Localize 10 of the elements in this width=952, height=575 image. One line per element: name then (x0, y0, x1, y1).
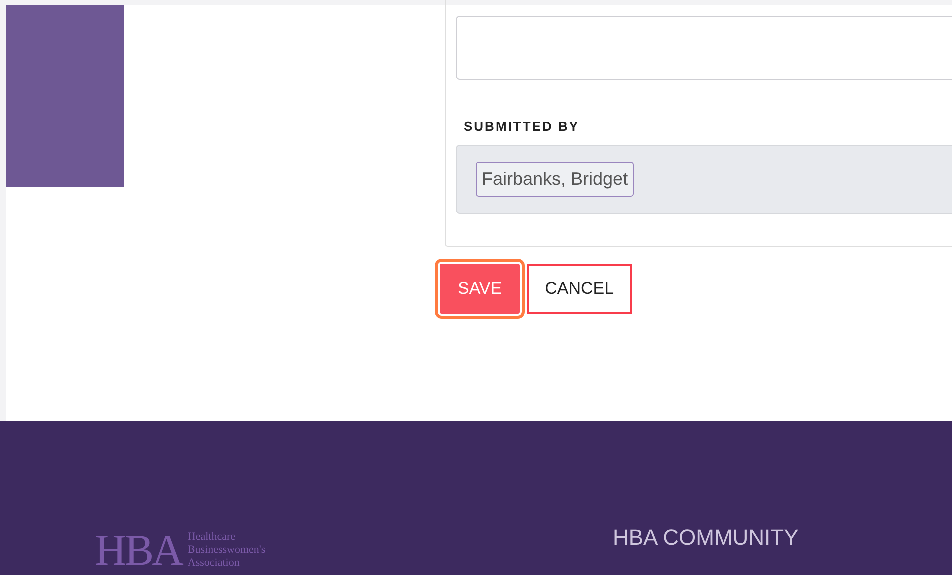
footer-heading: HBA COMMUNITY (613, 524, 799, 552)
logo-text: Businesswomen's (188, 544, 266, 557)
logo-text: Association (188, 557, 241, 570)
logo-text: Healthcare (188, 531, 237, 544)
logo-mark: HBA (95, 531, 182, 571)
submitted-by-field[interactable]: Fairbanks, Bridget (456, 144, 952, 214)
cancel-button[interactable]: CANCEL (527, 264, 632, 314)
field-label: SUBMITTED BY (464, 118, 580, 136)
name-chip[interactable]: Fairbanks, Bridget (476, 162, 634, 196)
input-field[interactable] (456, 16, 952, 80)
